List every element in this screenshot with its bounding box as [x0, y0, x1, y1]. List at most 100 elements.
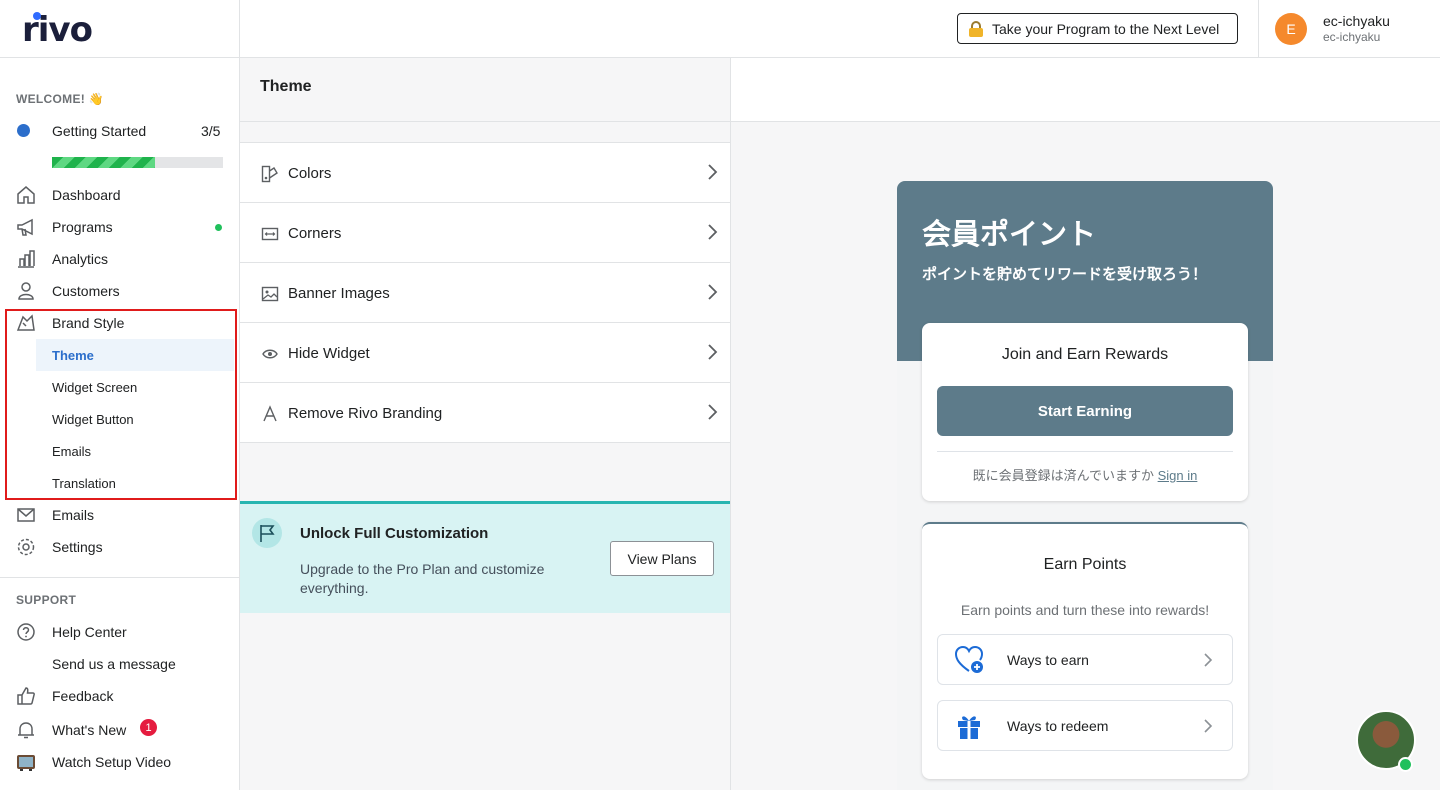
earn-points-card: Earn Points Earn points and turn these i… [922, 522, 1248, 779]
user-store: ec-ichyaku [1323, 30, 1381, 44]
eye-icon [262, 349, 278, 359]
view-plans-button[interactable]: View Plans [610, 541, 714, 576]
bell-icon [18, 722, 34, 739]
heart-plus-icon [954, 645, 984, 673]
sidebar-item-label: Help Center [52, 624, 127, 640]
sidebar-item-settings[interactable]: Settings [0, 531, 239, 563]
sidebar-item-label: Feedback [52, 688, 114, 704]
getting-started-dot [17, 124, 30, 137]
earn-card-description: Earn points and turn these into rewards! [960, 602, 1210, 618]
menu-item-label: Remove Rivo Branding [288, 405, 443, 422]
sidebar-item-label: Send us a message [52, 656, 176, 672]
lock-icon [968, 20, 984, 37]
menu-item-label: Banner Images [288, 285, 390, 302]
divider [1258, 0, 1259, 58]
corners-icon [261, 227, 279, 241]
ways-to-redeem-row[interactable]: Ways to redeem [937, 700, 1233, 751]
join-card: Join and Earn Rewards Start Earning 既に会員… [922, 323, 1248, 501]
earn-card-title: Earn Points [1043, 556, 1127, 573]
sidebar-item-label: Watch Setup Video [52, 754, 172, 770]
getting-started-count: 3/5 [201, 123, 221, 139]
sidebar: WELCOME! 👋 Getting Started 3/5 Dashboard… [0, 58, 240, 790]
chevron-right-icon [1204, 653, 1213, 667]
getting-started-progress [52, 157, 223, 168]
notification-badge: 1 [140, 719, 157, 736]
ways-to-earn-row[interactable]: Ways to earn [937, 634, 1233, 685]
bar-chart-icon [18, 250, 35, 268]
chevron-right-icon [708, 284, 718, 300]
way-label: Ways to earn [1007, 652, 1089, 668]
sidebar-item-emails[interactable]: Emails [0, 499, 239, 531]
person-icon [18, 282, 34, 300]
sidebar-item-programs[interactable]: Programs [0, 211, 239, 243]
theme-panel: Theme Colors Corners Banner Images Hide … [240, 58, 731, 790]
logo-dot [33, 12, 41, 20]
envelope-icon [17, 508, 35, 522]
sidebar-item-dashboard[interactable]: Dashboard [0, 179, 239, 211]
preview-header [731, 58, 1440, 122]
avatar[interactable]: E [1275, 13, 1307, 45]
flag-icon [252, 518, 282, 548]
sidebar-item-setup-video[interactable]: Watch Setup Video [0, 746, 239, 778]
sidebar-item-label: Programs [52, 219, 113, 235]
palette-icon [261, 165, 278, 183]
sidebar-item-label: Dashboard [52, 187, 121, 203]
signin-link[interactable]: Sign in [1158, 468, 1198, 483]
sidebar-item-label: Analytics [52, 251, 109, 267]
menu-item-corners[interactable]: Corners [240, 203, 730, 263]
chevron-right-icon [708, 404, 718, 420]
divider [0, 577, 239, 578]
chevron-right-icon [708, 164, 718, 180]
chevron-right-icon [708, 224, 718, 240]
chevron-right-icon [1204, 719, 1213, 733]
divider [239, 0, 240, 58]
upgrade-label: Take your Program to the Next Level [992, 20, 1220, 37]
signin-line: 既に会員登録は済んでいますか Sign in [922, 465, 1248, 484]
home-icon [17, 186, 35, 204]
gear-icon [17, 538, 35, 556]
sidebar-item-send-message[interactable]: Send us a message [0, 648, 239, 680]
megaphone-icon [17, 218, 33, 236]
divider [937, 451, 1233, 452]
promo-description: Upgrade to the Pro Plan and customize ev… [300, 561, 545, 596]
letter-a-icon [263, 405, 277, 422]
signin-prefix: 既に会員登録は済んでいますか [972, 468, 1154, 483]
sidebar-item-whats-new[interactable]: What's New 1 [0, 714, 239, 746]
highlight-box [5, 309, 237, 500]
theme-menu: Colors Corners Banner Images Hide Widget… [240, 142, 730, 443]
menu-item-label: Colors [288, 165, 332, 182]
menu-item-banner-images[interactable]: Banner Images [240, 263, 730, 323]
support-title: SUPPORT [16, 593, 77, 607]
promo-title: Unlock Full Customization [300, 525, 489, 542]
image-icon [261, 286, 279, 302]
welcome-title: WELCOME! 👋 [16, 92, 104, 106]
sidebar-item-analytics[interactable]: Analytics [0, 243, 239, 275]
user-name[interactable]: ec-ichyaku [1323, 13, 1390, 29]
menu-item-remove-branding[interactable]: Remove Rivo Branding [240, 383, 730, 443]
menu-item-hide-widget[interactable]: Hide Widget [240, 323, 730, 383]
upgrade-button[interactable]: Take your Program to the Next Level [957, 13, 1238, 44]
widget-preview: 会員ポイント ポイントを貯めてリワードを受け取ろう！ Join and Earn… [897, 181, 1273, 790]
menu-item-colors[interactable]: Colors [240, 143, 730, 203]
preview-subtitle: ポイントを貯めてリワードを受け取ろう！ [922, 266, 1208, 283]
sidebar-item-help-center[interactable]: Help Center [0, 616, 239, 648]
top-bar: rivo Take your Program to the Next Level… [0, 0, 1440, 58]
sidebar-item-label: Settings [52, 539, 103, 555]
gift-icon [958, 716, 980, 739]
sidebar-item-label: What's New [52, 722, 127, 738]
sidebar-item-label: Emails [52, 507, 95, 523]
theme-header: Theme [240, 58, 730, 122]
start-earning-button[interactable]: Start Earning [937, 386, 1233, 436]
sidebar-item-feedback[interactable]: Feedback [0, 680, 239, 712]
way-label: Ways to redeem [1007, 718, 1109, 734]
chevron-right-icon [708, 344, 718, 360]
question-icon [17, 623, 35, 641]
preview-title: 会員ポイント [922, 219, 1097, 251]
sidebar-item-customers[interactable]: Customers [0, 275, 239, 307]
sidebar-item-label: Customers [52, 283, 120, 299]
thumbs-up-icon [17, 687, 35, 705]
upgrade-promo: Unlock Full Customization Upgrade to the… [240, 501, 730, 613]
tv-icon [17, 755, 35, 771]
join-card-title: Join and Earn Rewards [1001, 346, 1169, 363]
getting-started-label[interactable]: Getting Started [52, 123, 146, 139]
